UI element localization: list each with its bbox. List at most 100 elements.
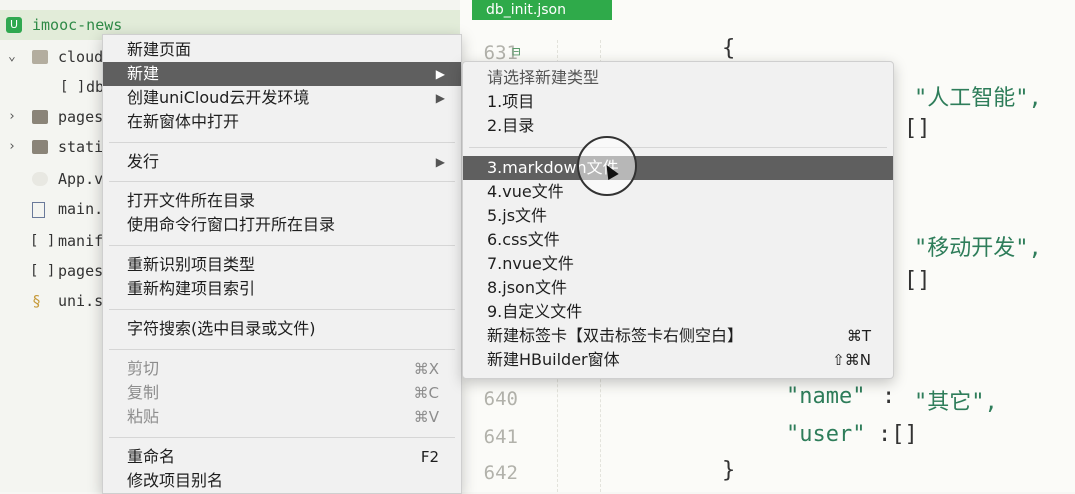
menu-separator [109,349,455,350]
menu-item-rebuild-index[interactable]: 重新构建项目索引 [103,277,461,301]
menu-item-label: 新建标签卡【双击标签卡右侧空白】 [487,326,744,345]
menu-item-open-terminal[interactable]: 使用命令行窗口打开所在目录 [103,213,461,237]
submenu-item-css[interactable]: 6.css文件 [463,228,893,252]
json-file-icon: [ ] [60,79,86,95]
submenu-item-vue[interactable]: 4.vue文件 [463,180,893,204]
submenu-item-new-window[interactable]: 新建HBuilder窗体 ⇧⌘N [463,348,893,372]
fold-icon[interactable]: ⊟ [512,44,520,60]
code-colon: : [882,384,896,409]
chevron-right-icon: ▶ [435,67,445,81]
shortcut-label: ⌘X [413,360,439,378]
shortcut-label: ⇧⌘N [832,351,871,369]
code-brace-open: { [722,36,736,61]
new-submenu: 请选择新建类型 1.项目 2.目录 3.markdown文件 4.vue文件 5… [462,61,894,379]
menu-item-label: 新建页面 [127,40,192,59]
menu-item-edit-alias[interactable]: 修改项目别名 [103,469,461,493]
tree-item-label: manif [58,232,104,250]
code-array: [] [904,268,931,293]
menu-item-label: 6.css文件 [487,230,560,249]
submenu-item-new-tab[interactable]: 新建标签卡【双击标签卡右侧空白】 ⌘T [463,324,893,348]
menu-item-reidentify-type[interactable]: 重新识别项目类型 [103,253,461,277]
chevron-right-icon: ▶ [435,91,445,105]
chevron-right-icon: ▶ [435,155,445,169]
menu-item-create-unicloud[interactable]: 创建uniCloud云开发环境 ▶ [103,86,461,110]
menu-item-new-page[interactable]: 新建页面 [103,38,461,62]
menu-item-label: 7.nvue文件 [487,254,574,273]
shortcut-label: ⌘C [413,384,439,402]
code-array: [] [904,116,931,141]
menu-item-label: 在新窗体中打开 [127,112,240,131]
line-number: 642 [483,462,518,484]
menu-separator [469,147,887,148]
menu-separator [109,309,455,310]
menu-item-label: 粘贴 [127,407,160,426]
tree-item-label: uni.s [58,292,104,310]
menu-item-rename[interactable]: 重命名 F2 [103,445,461,469]
line-number: 641 [483,426,518,448]
tree-item-label: cloud [58,48,104,66]
project-icon: U [6,17,22,33]
submenu-item-js[interactable]: 5.js文件 [463,204,893,228]
menu-item-label: 新建HBuilder窗体 [487,350,620,369]
code-array: :[] [878,422,918,447]
js-file-icon [32,202,45,218]
menu-item-label: 重新识别项目类型 [127,255,256,274]
submenu-item-project[interactable]: 1.项目 [463,90,893,114]
menu-item-label: 打开文件所在目录 [127,191,256,210]
submenu-item-directory[interactable]: 2.目录 [463,114,893,138]
folder-open-icon [32,50,48,64]
menu-item-publish[interactable]: 发行 ▶ [103,150,461,174]
menu-item-copy[interactable]: 复制 ⌘C [103,381,461,405]
code-key: "name" [786,384,866,409]
json-file-icon: [ ] [30,233,56,249]
json-file-icon: [ ] [30,263,56,279]
shortcut-label: ⌘V [413,408,439,426]
menu-item-label: 2.目录 [487,116,535,135]
submenu-item-json[interactable]: 8.json文件 [463,276,893,300]
folder-icon [32,140,48,154]
menu-item-label: 重新构建项目索引 [127,279,256,298]
menu-item-new[interactable]: 新建 ▶ [103,62,461,86]
menu-item-label: 9.自定义文件 [487,302,583,321]
menu-item-label: 重命名 [127,447,176,466]
menu-item-label: 使用命令行窗口打开所在目录 [127,215,336,234]
code-string: "其它", [914,390,998,415]
shortcut-label: ⌘T [846,327,871,345]
chevron-right-icon[interactable]: › [8,102,16,132]
menu-separator [109,245,455,246]
folder-icon [32,110,48,124]
tree-item-label: pages [58,108,104,126]
menu-separator [109,437,455,438]
menu-item-label: 4.vue文件 [487,182,564,201]
menu-item-label: 修改项目别名 [127,471,224,490]
shortcut-label: F2 [420,448,439,466]
menu-item-open-folder[interactable]: 打开文件所在目录 [103,189,461,213]
submenu-header: 请选择新建类型 [487,68,600,87]
menu-item-char-search[interactable]: 字符搜索(选中目录或文件) [103,317,461,341]
code-string: "移动开发", [914,236,1042,261]
menu-item-paste[interactable]: 粘贴 ⌘V [103,405,461,429]
menu-separator [109,142,455,143]
menu-item-cut[interactable]: 剪切 ⌘X [103,357,461,381]
vue-file-icon [32,172,48,186]
menu-item-label: 8.json文件 [487,278,567,297]
tree-item-label: pages [58,262,104,280]
editor-tab[interactable]: db_init.json [472,0,612,20]
scss-file-icon: § [32,292,42,310]
tree-item-label: stati [58,138,104,156]
line-number: 640 [483,388,518,410]
menu-item-open-new-window[interactable]: 在新窗体中打开 [103,110,461,134]
menu-item-label: 5.js文件 [487,206,548,225]
chevron-down-icon[interactable]: ⌄ [8,42,16,72]
menu-item-label: 发行 [127,152,160,171]
code-string: "人工智能", [914,86,1042,111]
chevron-right-icon[interactable]: › [8,132,16,162]
menu-item-label: 创建uniCloud云开发环境 [127,88,310,107]
menu-item-label: 字符搜索(选中目录或文件) [127,319,316,338]
menu-item-label: 1.项目 [487,92,535,111]
submenu-item-markdown[interactable]: 3.markdown文件 [463,156,893,180]
code-brace-close: } [722,458,736,483]
submenu-item-nvue[interactable]: 7.nvue文件 [463,252,893,276]
menu-item-label: 复制 [127,383,160,402]
submenu-item-custom[interactable]: 9.自定义文件 [463,300,893,324]
